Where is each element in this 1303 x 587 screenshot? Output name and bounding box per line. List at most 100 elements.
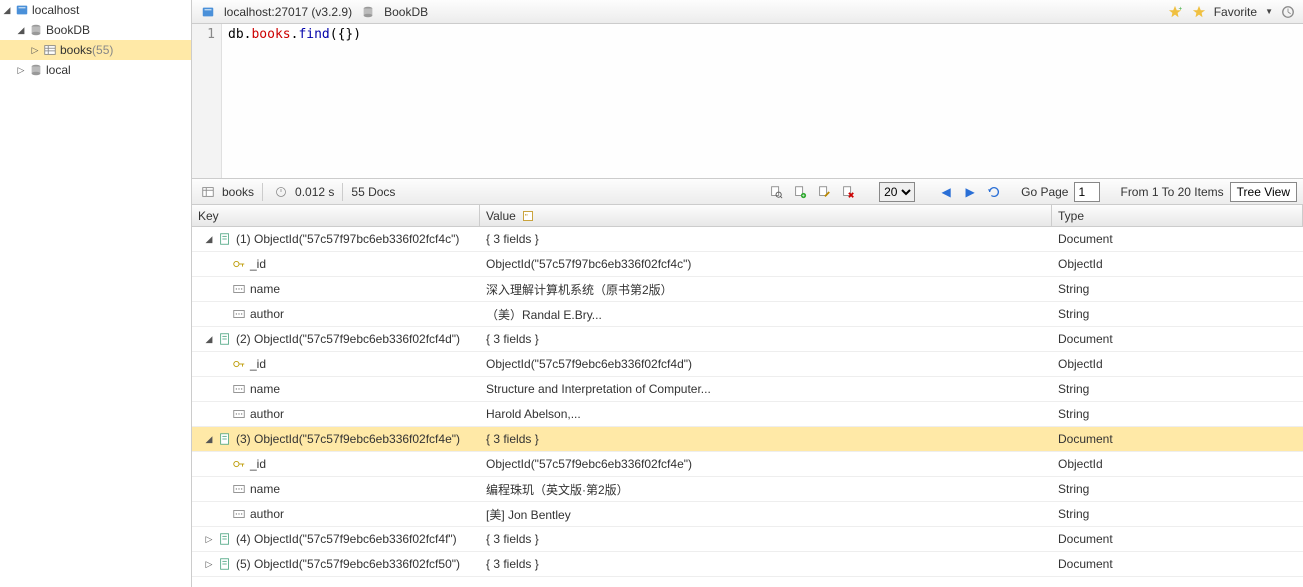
- expand-toggle[interactable]: ◢: [204, 434, 214, 445]
- document-row[interactable]: ◢ (1) ObjectId("57c57f97bc6eb336f02fcf4c"…: [192, 227, 1303, 252]
- edit-document-button[interactable]: [815, 183, 833, 201]
- field-row[interactable]: _idObjectId("57c57f9ebc6eb336f02fcf4d")O…: [192, 352, 1303, 377]
- line-number: 1: [192, 27, 215, 42]
- column-value[interactable]: Value ": [480, 205, 1052, 226]
- separator: [342, 183, 343, 201]
- row-type: Document: [1058, 557, 1113, 571]
- field-name: name: [250, 382, 280, 396]
- dropdown-icon[interactable]: ▼: [1265, 7, 1273, 16]
- document-icon: [217, 331, 233, 347]
- database-icon: [28, 22, 44, 38]
- tree-node-database[interactable]: ▷ local: [0, 60, 191, 80]
- string-icon: [231, 281, 247, 297]
- tree-label: local: [46, 63, 71, 77]
- expand-toggle[interactable]: ◢: [16, 25, 26, 36]
- document-row[interactable]: ▷ (4) ObjectId("57c57f9ebc6eb336f02fcf4f"…: [192, 527, 1303, 552]
- row-type: Document: [1058, 332, 1113, 346]
- field-row[interactable]: author[美] Jon BentleyString: [192, 502, 1303, 527]
- string-icon: [231, 506, 247, 522]
- value-options-icon[interactable]: ": [520, 208, 536, 224]
- field-value: （美）Randal E.Bry...: [486, 306, 602, 323]
- delete-document-button[interactable]: [839, 183, 857, 201]
- page-size-select[interactable]: 20: [879, 182, 915, 202]
- row-key: (2) ObjectId("57c57f9ebc6eb336f02fcf4d"): [236, 332, 460, 346]
- go-page-input[interactable]: [1074, 182, 1100, 202]
- history-button[interactable]: [1279, 3, 1297, 21]
- document-icon: [217, 431, 233, 447]
- field-name: name: [250, 482, 280, 496]
- field-type: ObjectId: [1058, 457, 1103, 471]
- key-icon: [231, 256, 247, 272]
- document-row[interactable]: ◢ (3) ObjectId("57c57f9ebc6eb336f02fcf4e"…: [192, 427, 1303, 452]
- tree-node-server[interactable]: ◢ localhost: [0, 0, 191, 20]
- field-name: _id: [250, 257, 266, 271]
- expand-toggle[interactable]: ▷: [16, 65, 26, 76]
- expand-toggle[interactable]: ◢: [204, 234, 214, 245]
- row-type: Document: [1058, 432, 1113, 446]
- field-name: name: [250, 282, 280, 296]
- key-icon: [231, 456, 247, 472]
- document-row[interactable]: ◢ (2) ObjectId("57c57f9ebc6eb336f02fcf4d"…: [192, 327, 1303, 352]
- next-page-button[interactable]: ▶: [961, 183, 979, 201]
- expand-toggle[interactable]: ◢: [204, 334, 214, 345]
- expand-toggle[interactable]: ◢: [2, 5, 12, 16]
- favorite-menu[interactable]: [1190, 3, 1208, 21]
- column-type[interactable]: Type: [1052, 205, 1303, 226]
- tree-node-database[interactable]: ◢ BookDB: [0, 20, 191, 40]
- go-page-label: Go Page: [1021, 185, 1068, 199]
- tree-label: localhost: [32, 3, 79, 17]
- tree-view-button[interactable]: Tree View: [1230, 182, 1297, 202]
- field-value: ObjectId("57c57f9ebc6eb336f02fcf4e"): [486, 457, 692, 471]
- server-icon: [200, 4, 216, 20]
- tree-label: BookDB: [46, 23, 90, 37]
- field-row[interactable]: authorHarold Abelson,...String: [192, 402, 1303, 427]
- database-label: BookDB: [384, 5, 428, 19]
- field-row[interactable]: name深入理解计算机系统（原书第2版）String: [192, 277, 1303, 302]
- field-type: String: [1058, 507, 1089, 521]
- row-key: (4) ObjectId("57c57f9ebc6eb336f02fcf4f"): [236, 532, 457, 546]
- row-key: (1) ObjectId("57c57f97bc6eb336f02fcf4c"): [236, 232, 459, 246]
- field-row[interactable]: name Structure and Interpretation of Comp…: [192, 377, 1303, 402]
- database-icon: [28, 62, 44, 78]
- refresh-button[interactable]: [985, 183, 1003, 201]
- result-rows: ◢ (1) ObjectId("57c57f97bc6eb336f02fcf4c"…: [192, 227, 1303, 587]
- collection-name: books: [222, 185, 254, 199]
- field-row[interactable]: name编程珠玑（英文版·第2版）String: [192, 477, 1303, 502]
- expand-toggle[interactable]: ▷: [204, 559, 214, 570]
- status-left: books 0.012 s 55 Docs: [198, 183, 395, 201]
- field-row[interactable]: _idObjectId("57c57f97bc6eb336f02fcf4c")O…: [192, 252, 1303, 277]
- row-value: { 3 fields }: [486, 332, 539, 346]
- view-document-button[interactable]: [767, 183, 785, 201]
- field-row[interactable]: author（美）Randal E.Bry...String: [192, 302, 1303, 327]
- field-name: _id: [250, 357, 266, 371]
- status-right: + 20 ◀ ▶ Go Page From 1 To 20 Items Tree…: [767, 182, 1297, 202]
- app-root: ◢ localhost ◢ BookDB ▷ books (55) ▷ loca…: [0, 0, 1303, 587]
- expand-toggle[interactable]: ▷: [204, 534, 214, 545]
- column-key[interactable]: Key: [192, 205, 480, 226]
- document-icon: [217, 531, 233, 547]
- row-key: (3) ObjectId("57c57f9ebc6eb336f02fcf4e"): [236, 432, 460, 446]
- field-row[interactable]: _idObjectId("57c57f9ebc6eb336f02fcf4e")O…: [192, 452, 1303, 477]
- code-line[interactable]: db.books.find({}): [222, 24, 367, 178]
- row-value: { 3 fields }: [486, 232, 539, 246]
- prev-page-button[interactable]: ◀: [937, 183, 955, 201]
- expand-toggle[interactable]: ▷: [30, 45, 40, 56]
- header-right: + Favorite ▼: [1166, 3, 1297, 21]
- connection-label: localhost:27017 (v3.2.9): [224, 5, 352, 19]
- row-value: { 3 fields }: [486, 432, 539, 446]
- row-value: { 3 fields }: [486, 557, 539, 571]
- field-type: String: [1058, 407, 1089, 421]
- string-icon: [231, 381, 247, 397]
- field-value: Structure and Interpretation of Computer…: [486, 382, 711, 396]
- string-icon: [231, 481, 247, 497]
- tree-node-collection[interactable]: ▷ books (55): [0, 40, 191, 60]
- query-editor[interactable]: 1 db.books.find({}): [192, 24, 1303, 179]
- document-row[interactable]: ▷(5) ObjectId("57c57f9ebc6eb336f02fcf50"…: [192, 552, 1303, 577]
- add-document-button[interactable]: +: [791, 183, 809, 201]
- field-name: author: [250, 507, 284, 521]
- field-value: ObjectId("57c57f9ebc6eb336f02fcf4d"): [486, 357, 692, 371]
- add-favorite-button[interactable]: +: [1166, 3, 1184, 21]
- field-name: author: [250, 307, 284, 321]
- row-type: Document: [1058, 232, 1113, 246]
- favorite-label[interactable]: Favorite: [1214, 5, 1257, 19]
